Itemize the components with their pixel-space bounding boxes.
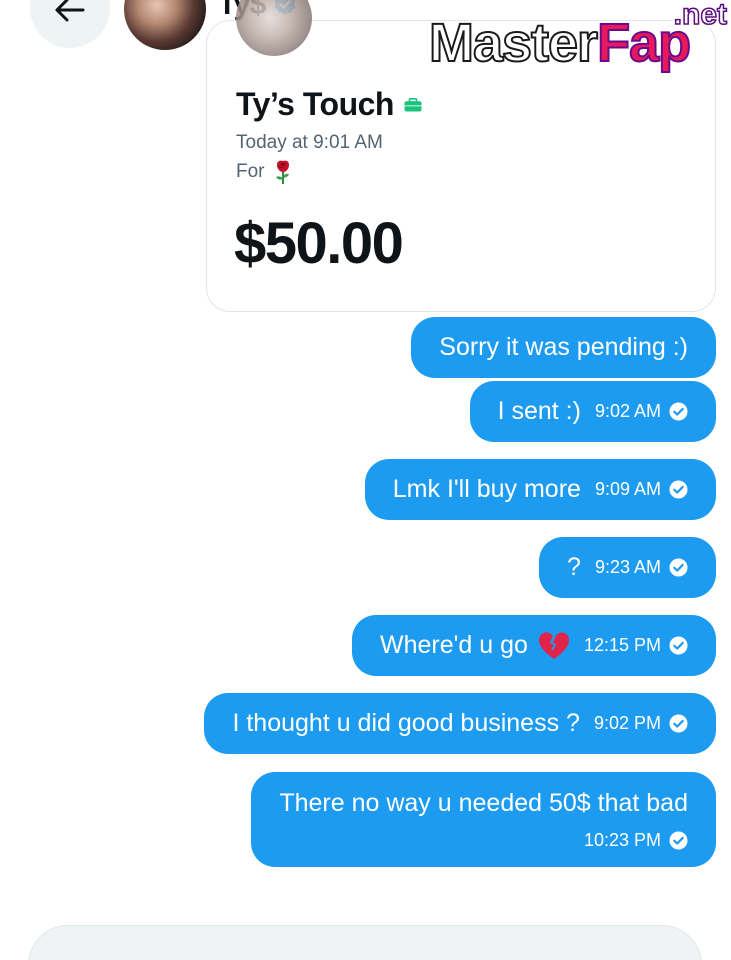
payment-time: Today at 9:01 AM [236,132,383,153]
site-watermark: .net MasterFap [428,0,729,78]
message-time: 9:09 AM [594,479,661,499]
message-meta: 9:02 AM [595,401,688,422]
briefcase-icon [404,97,422,111]
message-bubble[interactable]: Lmk I'll buy more 9:09 AM [364,459,716,520]
message-meta: 9:02 PM [594,713,688,734]
message-time: 9:02 PM [593,713,661,733]
message-text: Where'd u go [380,631,528,659]
dm-conversation-screen: Ty$ Ty’s Touch Today at 9:01 AM For $50.… [0,0,731,960]
message-text: I thought u did good business ? [232,709,580,737]
message-time: 9:02 AM [594,401,661,421]
rose-icon [275,160,289,184]
check-circle-icon [669,480,688,499]
message-meta: 10:23 PM [279,830,688,851]
check-circle-icon [669,830,688,850]
message-time: 9:23 AM [594,557,661,577]
message-time: 12:15 PM [583,635,661,655]
check-circle-icon [669,714,688,733]
message-bubble[interactable]: Sorry it was pending :) [411,317,716,378]
check-circle-icon [669,558,688,577]
check-circle-icon [669,402,688,421]
message-meta: 12:15 PM [584,635,688,656]
message-meta: 9:09 AM [595,479,688,500]
payment-title-row: Ty’s Touch [236,86,422,123]
payment-for-label: For [236,161,265,182]
message-composer[interactable] [28,925,702,960]
payment-amount: $50.00 [234,211,404,276]
payment-for-row: For [236,159,295,185]
watermark-main: MasterFap [428,12,692,74]
message-bubble[interactable]: I sent :) 9:02 AM [469,381,716,442]
message-text: ? [567,553,581,581]
message-bubble[interactable]: I thought u did good business ? 9:02 PM [204,693,716,754]
message-time: 10:23 PM [583,829,661,850]
message-bubble[interactable]: ? 9:23 AM [539,537,716,598]
watermark-part-2: Fap [596,12,692,74]
back-button[interactable] [30,0,110,48]
message-text: Lmk I'll buy more [392,475,581,503]
message-bubble[interactable]: There no way u needed 50$ that bad 10:23… [251,772,716,867]
message-text: There no way u needed 50$ that bad [279,788,688,817]
message-bubble[interactable]: Where'd u go 12:15 PM [352,615,716,676]
payment-title: Ty’s Touch [236,86,394,122]
arrow-left-icon [55,0,85,22]
check-circle-icon [669,636,688,655]
contact-avatar[interactable] [124,0,206,50]
message-text: I sent :) [497,397,581,425]
watermark-part-1: Master [428,12,599,74]
message-meta: 9:23 AM [595,557,688,578]
message-text: Sorry it was pending :) [439,333,688,361]
broken-heart-icon [538,632,569,659]
